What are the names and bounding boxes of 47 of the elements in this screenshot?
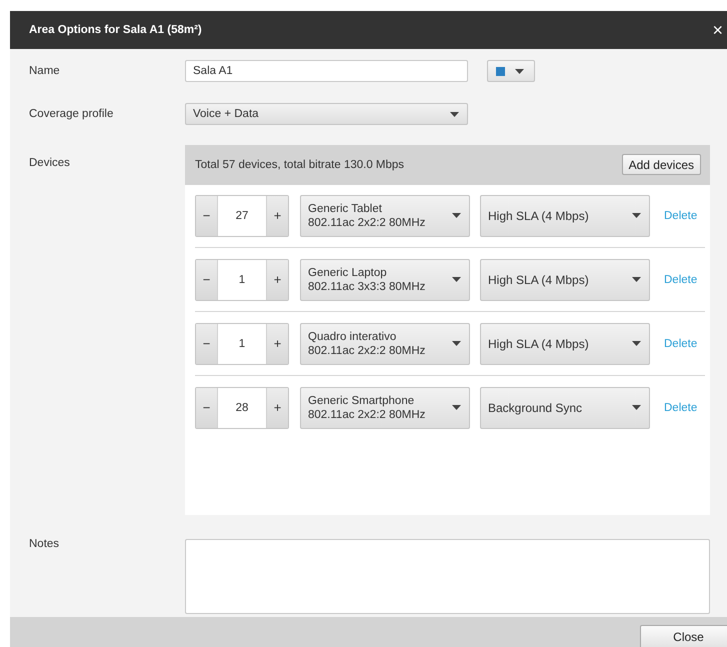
increment-button[interactable]: +	[267, 260, 288, 300]
close-button[interactable]: ×	[712, 21, 727, 39]
count-stepper[interactable]: − 1 +	[195, 258, 289, 300]
count-field[interactable]: 27	[217, 196, 267, 236]
field-label: Name	[29, 65, 61, 78]
device-dropdown[interactable]: Generic Tablet 802.11ac 2x2:2 80MHz	[300, 194, 470, 236]
count-field[interactable]: 1	[217, 260, 267, 300]
devices-summary: Total 57 devices, total bitrate 130.0 Mbps	[195, 158, 404, 170]
color-picker[interactable]	[487, 60, 535, 82]
decrement-button[interactable]: −	[196, 196, 217, 236]
decrement-button[interactable]: −	[196, 260, 217, 300]
device-dropdown[interactable]: Generic Smartphone 802.11ac 2x2:2 80MHz	[300, 386, 470, 428]
decrement-button[interactable]: −	[196, 388, 217, 428]
close-button[interactable]: Close	[640, 625, 727, 647]
caret-icon	[452, 213, 461, 218]
caret-icon	[450, 112, 459, 117]
count-stepper[interactable]: − 28 +	[195, 386, 289, 428]
coverage-dropdown[interactable]: Voice + Data	[185, 103, 468, 126]
caret-icon	[452, 405, 461, 410]
count-field[interactable]: 1	[217, 324, 267, 364]
decrement-button[interactable]: −	[196, 324, 217, 364]
caret-icon	[515, 68, 524, 74]
sla-dropdown[interactable]: High SLA (4 Mbps)	[480, 194, 650, 236]
sla-dropdown[interactable]: High SLA (4 Mbps)	[480, 322, 650, 364]
count-field[interactable]: 28	[217, 388, 267, 428]
sla-dropdown[interactable]: High SLA (4 Mbps)	[480, 258, 650, 300]
notes-field[interactable]	[185, 538, 710, 614]
add-devices-button[interactable]: Add devices	[622, 154, 701, 175]
field-label: Devices	[29, 156, 71, 168]
caret-icon	[452, 341, 461, 346]
caret-icon	[632, 341, 641, 346]
count-stepper[interactable]: − 27 +	[195, 194, 289, 236]
name-field[interactable]: Sala A1	[185, 60, 468, 82]
device-dropdown[interactable]: Quadro interativo 802.11ac 2x2:2 80MHz	[300, 322, 470, 364]
increment-button[interactable]: +	[267, 388, 288, 428]
dialog-title: Area Options for Sala A1 (58m²)	[29, 24, 202, 36]
device-dropdown[interactable]: Generic Laptop 802.11ac 3x3:3 80MHz	[300, 258, 470, 300]
sla-dropdown[interactable]: Background Sync	[480, 386, 650, 428]
increment-button[interactable]: +	[267, 196, 288, 236]
field-label: Coverage profile	[29, 108, 114, 120]
caret-icon	[632, 213, 641, 218]
increment-button[interactable]: +	[267, 324, 288, 364]
field-label: Notes	[29, 538, 60, 550]
caret-icon	[632, 405, 641, 410]
count-stepper[interactable]: − 1 +	[195, 322, 289, 364]
caret-icon	[632, 277, 641, 282]
caret-icon	[452, 277, 461, 282]
